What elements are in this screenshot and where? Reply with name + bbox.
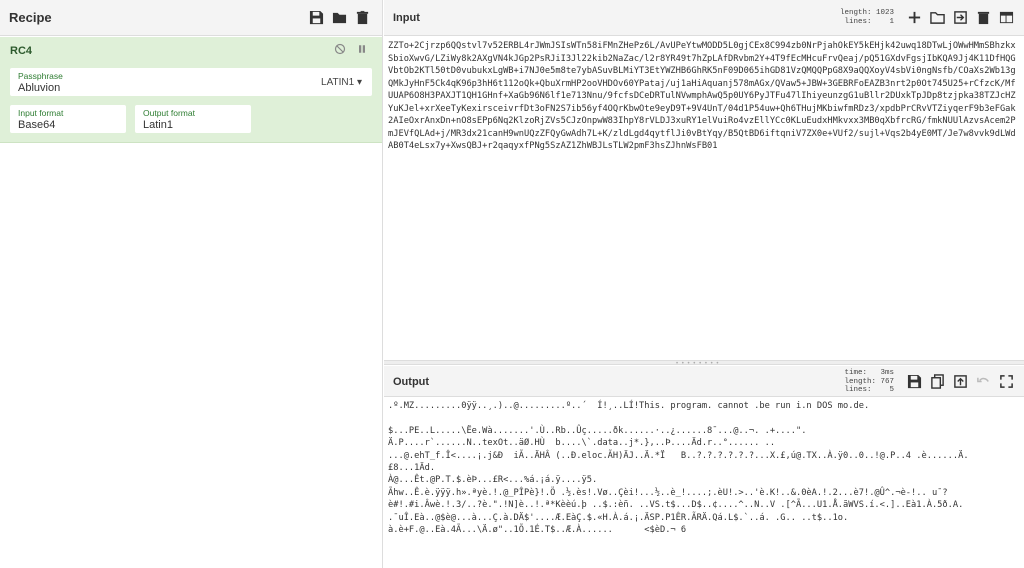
layout-icon[interactable] bbox=[999, 10, 1014, 25]
replace-input-icon[interactable] bbox=[953, 374, 968, 389]
passphrase-label: Passphrase bbox=[18, 71, 63, 81]
recipe-panel: Recipe RC4 Passphrase Abluvion LATIN1 ▾ … bbox=[0, 0, 383, 568]
passphrase-field[interactable]: Passphrase Abluvion LATIN1 ▾ bbox=[10, 68, 372, 96]
output-textarea[interactable]: .º.MZ.........0ÿÿ..¸.)..@.........º..´ Í… bbox=[386, 398, 1022, 566]
passphrase-value[interactable]: Abluvion bbox=[18, 82, 60, 94]
output-length-label: length: bbox=[844, 377, 876, 386]
input-format-value[interactable]: Base64 bbox=[18, 119, 55, 131]
pane-divider[interactable]: • • • • • • • • bbox=[384, 360, 1024, 367]
input-stats: length: 1023 lines: 1 bbox=[840, 9, 894, 26]
output-format-label: Output format bbox=[143, 108, 195, 118]
disable-icon[interactable] bbox=[334, 43, 346, 55]
output-format-field[interactable]: Output format Latin1 bbox=[135, 105, 251, 133]
folder-icon[interactable] bbox=[332, 10, 347, 25]
input-format-field[interactable]: Input format Base64 bbox=[10, 105, 126, 133]
output-time-value: 3ms bbox=[880, 369, 894, 377]
copy-icon[interactable] bbox=[930, 374, 945, 389]
clear-icon[interactable] bbox=[976, 10, 991, 25]
io-panel: Input length: 1023 lines: 1 ZZTo+2Cjrzp6… bbox=[384, 0, 1024, 568]
output-title: Output bbox=[393, 376, 430, 388]
input-title: Input bbox=[393, 12, 420, 24]
input-textarea[interactable]: ZZTo+2Cjrzp6QQstvl7v52ERBL4rJWmJSIsWTn58… bbox=[386, 37, 1022, 359]
output-format-value[interactable]: Latin1 bbox=[143, 119, 173, 131]
save-icon[interactable] bbox=[309, 10, 324, 25]
output-lines-label: lines: bbox=[844, 386, 872, 394]
input-format-label: Input format bbox=[18, 108, 64, 118]
delete-icon[interactable] bbox=[355, 10, 370, 25]
input-length-label: length: bbox=[839, 9, 872, 17]
input-length-value: 1023 bbox=[875, 9, 894, 17]
output-time-label: time: bbox=[844, 369, 867, 377]
import-icon[interactable] bbox=[953, 10, 968, 25]
recipe-header: Recipe bbox=[0, 0, 382, 36]
output-stats: time: 3ms length: 767 lines: 5 bbox=[844, 369, 894, 395]
input-icons bbox=[907, 10, 1014, 25]
output-length-value: 767 bbox=[880, 377, 894, 386]
recipe-title: Recipe bbox=[9, 10, 52, 25]
operation-controls bbox=[334, 43, 368, 55]
open-folder-icon[interactable] bbox=[930, 10, 945, 25]
operation-name: RC4 bbox=[10, 45, 33, 57]
input-lines-label: lines: bbox=[844, 17, 872, 26]
output-icons bbox=[907, 374, 1014, 389]
pause-icon[interactable] bbox=[356, 43, 368, 55]
add-icon[interactable] bbox=[907, 10, 922, 25]
input-header: Input length: 1023 lines: 1 bbox=[384, 0, 1024, 36]
maximize-icon[interactable] bbox=[999, 374, 1014, 389]
rc4-operation[interactable]: RC4 Passphrase Abluvion LATIN1 ▾ Input f… bbox=[0, 37, 382, 143]
output-lines-value: 5 bbox=[889, 386, 894, 394]
undo-icon[interactable] bbox=[976, 374, 991, 389]
input-lines-value: 1 bbox=[889, 17, 894, 26]
output-header: Output time: 3ms length: 767 lines: 5 bbox=[384, 366, 1024, 397]
recipe-header-icons bbox=[309, 10, 370, 25]
passphrase-encoding-dropdown[interactable]: LATIN1 ▾ bbox=[321, 77, 362, 88]
save-output-icon[interactable] bbox=[907, 374, 922, 389]
